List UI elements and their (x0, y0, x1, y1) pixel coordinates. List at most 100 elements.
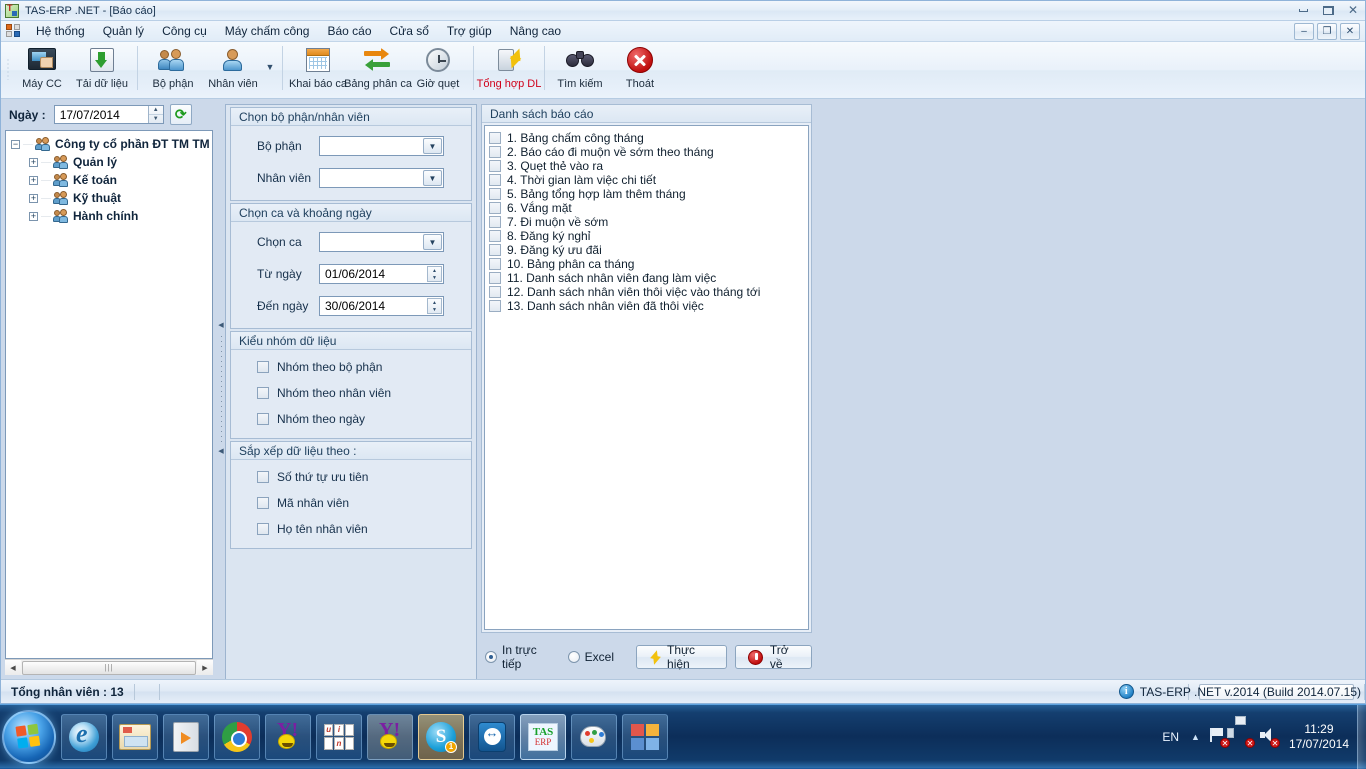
checkbox-box[interactable] (257, 497, 269, 509)
menu-may-cham-cong[interactable]: Máy chấm công (216, 21, 319, 41)
show-desktop-button[interactable] (1357, 705, 1366, 769)
tree-expander[interactable]: + (29, 157, 38, 167)
action-center-flag-icon[interactable]: ✕ (1210, 728, 1230, 748)
toolbar-tong-hop-dl[interactable]: Tổng hợp DL (477, 42, 541, 94)
list-item[interactable]: 9. Đăng ký ưu đãi (489, 243, 808, 257)
close-button[interactable]: ✕ (1345, 3, 1361, 17)
report-checkbox[interactable] (489, 132, 501, 144)
toolbar-bang-phan-ca[interactable]: Bảng phân ca (344, 42, 412, 94)
list-item[interactable]: 1. Bảng chấm công tháng (489, 131, 808, 145)
list-item[interactable]: 10. Bảng phân ca tháng (489, 257, 808, 271)
menu-cong-cu[interactable]: Công cụ (153, 21, 216, 41)
list-item[interactable]: 6. Vắng mặt (489, 201, 808, 215)
maximize-button[interactable] (1320, 3, 1336, 17)
menu-quan-ly[interactable]: Quản lý (94, 21, 153, 41)
taskbar-office[interactable] (622, 713, 668, 760)
radio-in-truc-tiep[interactable] (485, 651, 497, 663)
taskbar-windows-explorer[interactable] (112, 713, 158, 760)
taskbar-paint[interactable] (571, 713, 617, 760)
language-indicator[interactable]: EN (1162, 730, 1179, 744)
tree-expander[interactable]: + (29, 211, 38, 221)
list-item[interactable]: 13. Danh sách nhân viên đã thôi việc (489, 299, 808, 313)
taskbar-media-player[interactable] (163, 713, 209, 760)
taskbar-tas-erp[interactable]: TAS ERP (520, 713, 566, 760)
mdi-restore-button[interactable]: ❐ (1317, 23, 1337, 40)
list-item[interactable]: 3. Quẹt thẻ vào ra (489, 159, 808, 173)
toolbar-gio-quet[interactable]: Giờ quẹt (408, 42, 468, 94)
report-checkbox[interactable] (489, 286, 501, 298)
report-checkbox[interactable] (489, 300, 501, 312)
taskbar-teamviewer[interactable] (469, 713, 515, 760)
report-checkbox[interactable] (489, 244, 501, 256)
chevron-down-icon[interactable]: ▼ (263, 42, 277, 92)
network-icon[interactable]: ✕ (1235, 728, 1255, 748)
report-checkbox[interactable] (489, 230, 501, 242)
tree-node-ke-toan[interactable]: + Kế toán (11, 171, 212, 189)
mdi-minimize-button[interactable]: – (1294, 23, 1314, 40)
checkbox-box[interactable] (257, 523, 269, 535)
tree-node-company[interactable]: − Công ty cổ phần ĐT TM TM Hà Thà (11, 135, 212, 153)
splitter-collapse-down-icon[interactable]: ◀ (218, 448, 223, 456)
taskbar-unikey[interactable]: ui n (316, 713, 362, 760)
checkbox-nhom-theo-nhan-vien[interactable]: Nhóm theo nhân viên (241, 386, 461, 400)
minimize-button[interactable] (1295, 3, 1311, 17)
checkbox-box[interactable] (257, 413, 269, 425)
toolbar-khai-bao-ca[interactable]: Khai báo ca (288, 42, 348, 94)
taskbar-internet-explorer[interactable] (61, 713, 107, 760)
bo-phan-combo[interactable]: ▼ (319, 136, 444, 156)
report-checkbox[interactable] (489, 216, 501, 228)
menu-cua-so[interactable]: Cửa sổ (381, 21, 438, 41)
start-button[interactable] (2, 709, 56, 764)
scroll-left-button[interactable]: ◀ (5, 660, 21, 675)
report-checkbox[interactable] (489, 272, 501, 284)
tree-expander[interactable]: + (29, 193, 38, 203)
list-item[interactable]: 8. Đăng ký nghỉ (489, 229, 808, 243)
menu-tro-giup[interactable]: Trợ giúp (438, 21, 501, 41)
date-spinner[interactable]: ▲ ▼ (427, 298, 442, 314)
panel-splitter[interactable]: ◀ ◀ (217, 99, 225, 679)
tree-node-quan-ly[interactable]: + Quản lý (11, 153, 212, 171)
toolbar-grip[interactable] (5, 46, 12, 92)
thuc-hien-button[interactable]: Thực hiện (636, 643, 727, 671)
den-ngay-date[interactable]: 30/06/2014 ▲ ▼ (319, 296, 444, 316)
radio-excel[interactable] (567, 651, 580, 663)
toolbar-bo-phan[interactable]: Bộ phận (143, 42, 203, 94)
scroll-right-button[interactable]: ▶ (197, 660, 213, 675)
report-checkbox[interactable] (489, 160, 501, 172)
show-hidden-icons-button[interactable]: ▲ (1191, 732, 1200, 742)
taskbar-yahoo-messenger-2[interactable]: Y! (367, 713, 413, 760)
list-item[interactable]: 5. Bảng tổng hợp làm thêm tháng (489, 187, 808, 201)
menu-bao-cao[interactable]: Báo cáo (318, 21, 380, 41)
checkbox-nhom-theo-ngay[interactable]: Nhóm theo ngày (241, 412, 461, 426)
refresh-button[interactable]: ⟳ (169, 104, 192, 125)
report-checkbox[interactable] (489, 258, 501, 270)
menu-he-thong[interactable]: Hệ thống (27, 21, 94, 41)
chevron-down-icon[interactable]: ▼ (423, 170, 442, 186)
department-tree-panel[interactable]: − Công ty cổ phần ĐT TM TM Hà Thà + Quản… (5, 130, 213, 659)
checkbox-box[interactable] (257, 471, 269, 483)
taskbar-google-chrome[interactable] (214, 713, 260, 760)
toolbar-tai-du-lieu[interactable]: Tải dữ liệu (72, 42, 132, 94)
report-checkbox[interactable] (489, 188, 501, 200)
list-item[interactable]: 7. Đi muộn về sớm (489, 215, 808, 229)
tro-ve-button[interactable]: Trở về (734, 643, 812, 671)
chevron-down-icon[interactable]: ▼ (423, 138, 442, 154)
toolbar-thoat[interactable]: Thoát (610, 42, 670, 94)
tree-node-hanh-chinh[interactable]: + Hành chính (11, 207, 212, 225)
report-list[interactable]: 1. Bảng chấm công tháng 2. Báo cáo đi mu… (484, 125, 809, 630)
date-input[interactable]: 17/07/2014 ▲ ▼ (53, 105, 164, 124)
toolbar-may-cc[interactable]: Máy CC (12, 42, 72, 94)
date-spinner[interactable]: ▲ ▼ (147, 106, 163, 123)
checkbox-box[interactable] (257, 361, 269, 373)
chon-ca-combo[interactable]: ▼ (319, 232, 444, 252)
checkbox-nhom-theo-bo-phan[interactable]: Nhóm theo bộ phận (241, 360, 461, 374)
volume-muted-icon[interactable]: ✕ (1260, 728, 1280, 748)
list-item[interactable]: 12. Danh sách nhân viên thôi việc vào th… (489, 285, 808, 299)
toolbar-tim-kiem[interactable]: Tìm kiếm (550, 42, 610, 94)
tree-node-ky-thuat[interactable]: + Kỹ thuật (11, 189, 212, 207)
checkbox-ma-nhan-vien[interactable]: Mã nhân viên (241, 496, 461, 510)
mdi-close-button[interactable]: ✕ (1340, 23, 1360, 40)
list-item[interactable]: 11. Danh sách nhân viên đang làm việc (489, 271, 808, 285)
clock[interactable]: 11:29 17/07/2014 (1289, 722, 1349, 752)
nhan-vien-combo[interactable]: ▼ (319, 168, 444, 188)
